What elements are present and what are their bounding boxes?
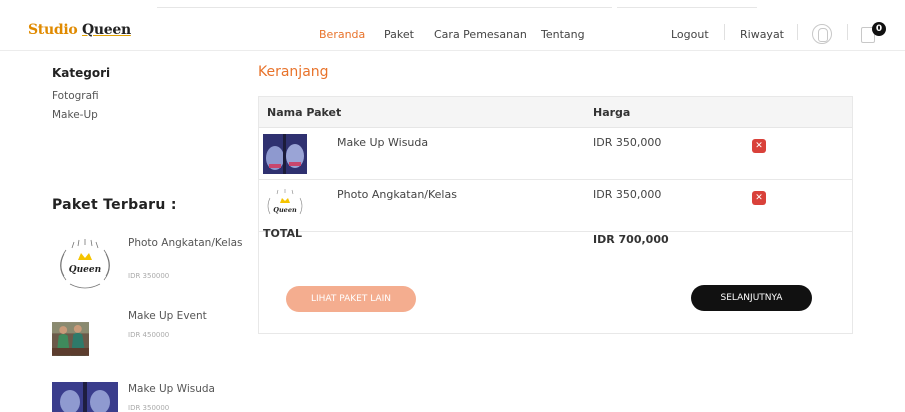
category-link-fotografi[interactable]: Fotografi xyxy=(52,90,99,102)
category-link-make-up[interactable]: Make-Up xyxy=(52,109,98,121)
latest-item-price: IDR 450000 xyxy=(128,331,170,339)
nav-item-paket[interactable]: Paket xyxy=(384,28,414,41)
latest-packages-title: Paket Terbaru : xyxy=(52,197,177,213)
nav-item-cara-pemesanan[interactable]: Cara Pemesanan xyxy=(434,28,527,41)
column-header-name: Nama Paket xyxy=(267,106,342,119)
latest-item-name: Make Up Wisuda xyxy=(128,383,215,395)
history-link[interactable]: Riwayat xyxy=(740,28,784,41)
cart-item-price: IDR 350,000 xyxy=(593,136,662,149)
nav-item-tentang[interactable]: Tentang xyxy=(541,28,585,41)
latest-item[interactable]: Make Up Wisuda IDR 350000 xyxy=(52,382,252,412)
makeup-faces-photo-icon xyxy=(263,134,307,174)
queen-crown-logo-icon: Queen xyxy=(52,236,118,296)
cart-table: Nama Paket Harga Make Up Wisuda IDR 350,… xyxy=(258,96,853,334)
table-row: Make Up Wisuda IDR 350,000 ✕ xyxy=(259,128,852,180)
divider xyxy=(847,24,848,40)
category-title: Kategori xyxy=(52,66,111,80)
brand-logo[interactable]: Studio Queen xyxy=(28,22,131,38)
table-row: Queen Photo Angkatan/Kelas IDR 350,000 ✕ xyxy=(259,180,852,232)
table-header: Nama Paket Harga xyxy=(259,97,852,128)
queen-crown-logo-icon: Queen xyxy=(263,186,307,226)
logout-link[interactable]: Logout xyxy=(671,28,709,41)
user-icon[interactable] xyxy=(812,24,832,44)
page-title: Keranjang xyxy=(258,64,329,80)
divider xyxy=(617,2,757,8)
total-value: IDR 700,000 xyxy=(593,233,669,246)
total-label: TOTAL xyxy=(263,227,303,240)
latest-item[interactable]: Make Up Event IDR 450000 xyxy=(52,309,252,371)
latest-item[interactable]: Queen Photo Angkatan/Kelas IDR 350000 xyxy=(52,236,252,298)
divider xyxy=(0,50,905,51)
divider xyxy=(724,24,725,40)
nav-item-beranda[interactable]: Beranda xyxy=(319,28,365,41)
bag-count-badge: 0 xyxy=(872,22,886,36)
svg-text:Queen: Queen xyxy=(69,265,101,275)
delete-item-button[interactable]: ✕ xyxy=(752,139,766,153)
cart-item-name: Photo Angkatan/Kelas xyxy=(337,188,457,201)
two-women-photo-icon xyxy=(52,322,89,356)
svg-text:Queen: Queen xyxy=(273,206,297,214)
see-other-packages-button[interactable]: LIHAT PAKET LAIN xyxy=(286,286,416,312)
delete-item-button[interactable]: ✕ xyxy=(752,191,766,205)
cart-item-name: Make Up Wisuda xyxy=(337,136,429,149)
makeup-faces-photo-icon xyxy=(52,382,118,412)
latest-item-price: IDR 350000 xyxy=(128,272,170,280)
top-navbar: Studio Queen Beranda Paket Cara Pemesana… xyxy=(0,0,905,58)
divider xyxy=(157,2,612,8)
latest-item-name: Photo Angkatan/Kelas xyxy=(128,237,243,249)
cart-item-price: IDR 350,000 xyxy=(593,188,662,201)
next-button[interactable]: SELANJUTNYA xyxy=(691,285,812,311)
latest-item-price: IDR 350000 xyxy=(128,404,170,412)
column-header-price: Harga xyxy=(593,106,631,119)
brand-strong: Queen xyxy=(81,22,131,38)
divider xyxy=(797,24,798,40)
brand-prefix: Studio xyxy=(28,22,78,38)
latest-item-name: Make Up Event xyxy=(128,310,207,322)
